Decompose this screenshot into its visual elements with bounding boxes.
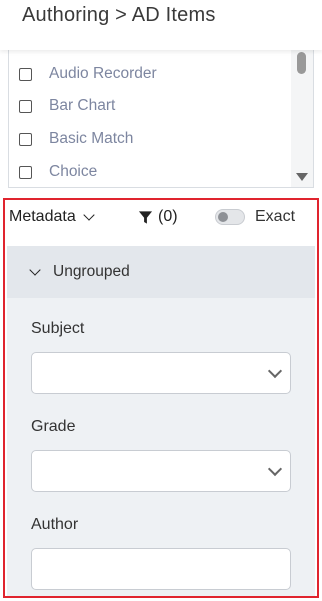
list-item-label: Bar Chart bbox=[49, 97, 116, 114]
chevron-down-icon bbox=[267, 461, 283, 477]
filter-icon bbox=[138, 210, 153, 224]
toggle-knob bbox=[218, 212, 228, 222]
exact-label: Exact bbox=[255, 208, 296, 225]
list-item-label: Audio Recorder bbox=[49, 65, 157, 82]
chevron-down-icon bbox=[267, 363, 283, 379]
top-bar: Authoring > AD Items bbox=[0, 0, 322, 50]
metadata-dropdown-label: Metadata bbox=[9, 208, 76, 225]
list-item-label: Basic Match bbox=[49, 130, 134, 147]
list-item[interactable]: Choice bbox=[19, 160, 97, 184]
subject-label: Subject bbox=[31, 320, 85, 337]
grade-label: Grade bbox=[31, 418, 76, 435]
filter-count: (0) bbox=[158, 208, 178, 225]
checkbox[interactable] bbox=[19, 67, 32, 81]
metadata-toolbar: Metadata (0) Exact bbox=[5, 200, 317, 236]
grade-select[interactable] bbox=[31, 450, 291, 492]
group-label: Ungrouped bbox=[53, 263, 130, 280]
metadata-dropdown[interactable]: Metadata bbox=[9, 208, 95, 226]
checkbox[interactable] bbox=[19, 132, 32, 146]
item-type-list: Audio Recorder Bar Chart Basic Match Cho… bbox=[8, 50, 314, 188]
group-header-ungrouped[interactable]: Ungrouped bbox=[7, 246, 315, 298]
list-item[interactable]: Basic Match bbox=[19, 127, 133, 151]
subject-select[interactable] bbox=[31, 352, 291, 394]
chevron-down-icon bbox=[83, 209, 95, 221]
group-body: Ungrouped Subject Grade Author bbox=[7, 246, 315, 596]
breadcrumb: Authoring > AD Items bbox=[22, 4, 216, 26]
metadata-panel: Metadata (0) Exact Ungrouped Subject Gra… bbox=[3, 198, 319, 598]
filter-button[interactable]: (0) bbox=[138, 208, 178, 226]
checkbox[interactable] bbox=[19, 165, 32, 179]
list-scrollbar[interactable] bbox=[291, 50, 313, 187]
author-label: Author bbox=[31, 516, 79, 533]
list-item[interactable]: Bar Chart bbox=[19, 94, 115, 118]
scroll-thumb[interactable] bbox=[297, 52, 306, 74]
checkbox[interactable] bbox=[19, 99, 32, 113]
chevron-down-icon bbox=[29, 264, 41, 276]
exact-toggle[interactable] bbox=[215, 209, 245, 225]
author-input[interactable] bbox=[31, 548, 291, 590]
list-item[interactable]: Audio Recorder bbox=[19, 62, 157, 86]
list-item-label: Choice bbox=[49, 163, 98, 180]
scroll-down-arrow-icon[interactable] bbox=[296, 173, 308, 181]
